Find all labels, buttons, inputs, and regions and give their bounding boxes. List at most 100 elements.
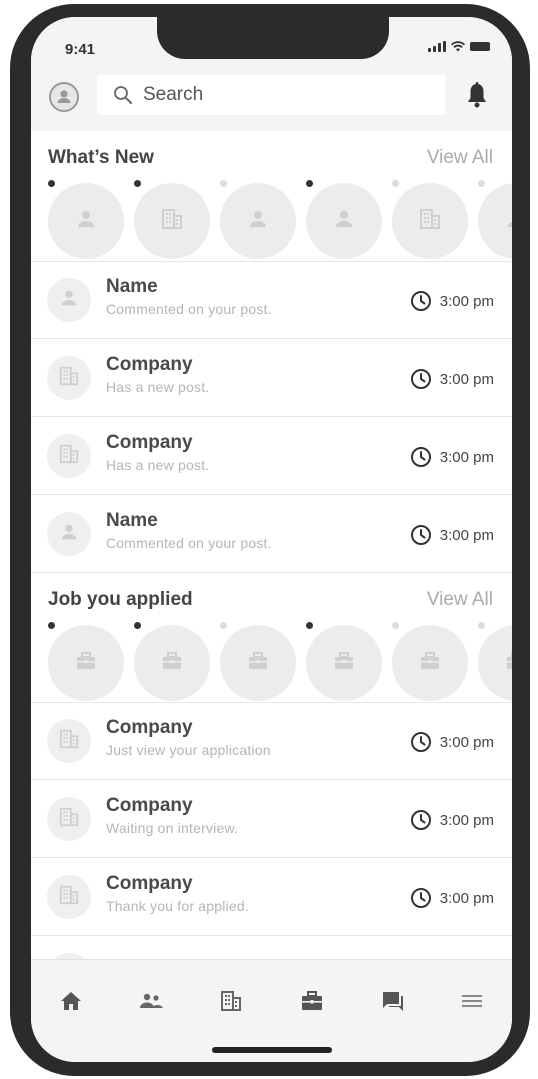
story-item-person[interactable]: [478, 180, 512, 259]
search-placeholder: Search: [143, 84, 204, 105]
item-subtitle: Just view your application: [106, 742, 271, 758]
status-icons: [428, 41, 490, 52]
item-subtitle: Thank you for applied.: [106, 898, 249, 914]
unread-dot: [306, 180, 313, 187]
story-item-person[interactable]: [306, 180, 382, 259]
app-screen: 9:41 Search What’s New View All Name Com…: [31, 17, 512, 1062]
clock-icon: [410, 888, 431, 908]
item-subtitle: Commented on your post.: [106, 301, 272, 317]
story-item-job[interactable]: [220, 622, 296, 701]
company-icon: [58, 728, 80, 755]
clock-icon: [410, 525, 431, 545]
read-dot: [478, 180, 485, 187]
menu-icon[interactable]: [457, 988, 487, 1014]
company-avatar: [47, 434, 91, 478]
read-dot: [392, 622, 399, 629]
clock-icon: [410, 447, 431, 467]
time-label: 3:00 pm: [439, 370, 494, 388]
story-item-person[interactable]: [48, 180, 124, 259]
wifi-icon: [451, 41, 465, 52]
item-title: Name: [106, 276, 158, 297]
unread-dot: [134, 180, 141, 187]
company-avatar: [47, 356, 91, 400]
company-icon: [418, 207, 442, 236]
home-indicator: [212, 1047, 332, 1053]
search-input[interactable]: Search: [97, 75, 445, 115]
clock-icon: [410, 291, 431, 311]
story-item-job[interactable]: [478, 622, 512, 701]
section-title: What’s New: [48, 147, 154, 168]
time-label: 3:00 pm: [439, 889, 494, 907]
company-avatar: [47, 719, 91, 763]
unread-dot: [48, 180, 55, 187]
clock-icon: [410, 810, 431, 830]
item-timestamp: 3:00 pm: [410, 887, 494, 909]
job-icon: [74, 649, 98, 678]
item-title: Company: [106, 873, 193, 894]
item-timestamp: 3:00 pm: [410, 731, 494, 753]
time-label: 3:00 pm: [439, 292, 494, 310]
unread-dot: [48, 622, 55, 629]
briefcase-icon[interactable]: [297, 988, 327, 1014]
profile-avatar-button[interactable]: [49, 82, 79, 112]
view-all-link[interactable]: View All: [427, 589, 493, 611]
item-title: Name: [106, 510, 158, 531]
chat-icon[interactable]: [378, 988, 408, 1014]
signal-icon: [428, 41, 446, 52]
job-icon: [246, 649, 270, 678]
view-all-link[interactable]: View All: [427, 147, 493, 169]
unread-dot: [306, 622, 313, 629]
person-icon: [74, 207, 98, 236]
company-icon[interactable]: [216, 988, 246, 1014]
story-item-job[interactable]: [48, 622, 124, 701]
time-label: 3:00 pm: [439, 811, 494, 829]
story-item-person[interactable]: [220, 180, 296, 259]
list-item[interactable]: Company Has a new post. 3:00 pm: [31, 418, 512, 495]
home-icon[interactable]: [56, 988, 86, 1014]
item-timestamp: 3:00 pm: [410, 368, 494, 390]
read-dot: [392, 180, 399, 187]
story-item-job[interactable]: [306, 622, 382, 701]
time-label: 3:00 pm: [439, 733, 494, 751]
notification-bell-icon[interactable]: [465, 81, 489, 109]
read-dot: [478, 622, 485, 629]
job-icon: [332, 649, 356, 678]
user-icon: [57, 90, 71, 103]
company-icon: [58, 443, 80, 470]
job-icon: [160, 649, 184, 678]
list-item[interactable]: Name Commented on your post. 3:00 pm: [31, 262, 512, 339]
item-timestamp: 3:00 pm: [410, 290, 494, 312]
story-item-job[interactable]: [392, 622, 468, 701]
jobs-applied-header: Job you applied View All: [31, 589, 512, 619]
person-icon: [332, 207, 356, 236]
list-item[interactable]: Company Waiting on interview. 3:00 pm: [31, 781, 512, 858]
read-dot: [220, 180, 227, 187]
item-title: Company: [106, 717, 193, 738]
clock-icon: [410, 369, 431, 389]
list-item[interactable]: Name Commented on your post. 3:00 pm: [31, 496, 512, 573]
time-label: 3:00 pm: [439, 448, 494, 466]
list-item[interactable]: Company Thank you for applied. 3:00 pm: [31, 859, 512, 936]
search-icon: [114, 86, 132, 104]
item-title: Company: [106, 795, 193, 816]
story-item-job[interactable]: [134, 622, 210, 701]
list-item[interactable]: Company Just view your application 3:00 pm: [31, 703, 512, 780]
battery-icon: [470, 42, 490, 51]
item-timestamp: 3:00 pm: [410, 524, 494, 546]
status-time: 9:41: [65, 41, 96, 58]
job-icon: [504, 649, 512, 678]
company-icon: [160, 207, 184, 236]
person-icon: [58, 287, 80, 314]
item-subtitle: Has a new post.: [106, 379, 210, 395]
read-dot: [220, 622, 227, 629]
person-icon: [246, 207, 270, 236]
company-icon: [58, 884, 80, 911]
list-item[interactable]: Company Has a new post. 3:00 pm: [31, 340, 512, 417]
company-icon: [58, 806, 80, 833]
item-subtitle: Waiting on interview.: [106, 820, 239, 836]
job-icon: [418, 649, 442, 678]
story-item-company[interactable]: [134, 180, 210, 259]
story-item-company[interactable]: [392, 180, 468, 259]
people-icon[interactable]: [136, 988, 166, 1014]
company-avatar: [47, 875, 91, 919]
